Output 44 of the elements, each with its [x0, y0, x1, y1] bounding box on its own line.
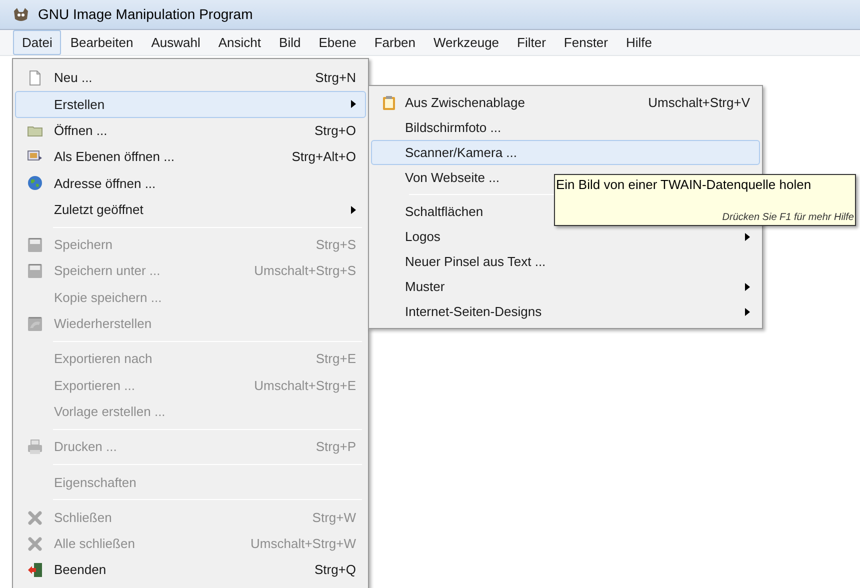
submenu-arrow-icon — [745, 308, 750, 316]
menu-bar-item[interactable]: Bild — [270, 30, 310, 55]
menu-item[interactable]: Logos — [371, 224, 760, 249]
page-icon — [27, 70, 43, 86]
submenu-arrow-icon — [351, 100, 356, 108]
close-icon — [27, 510, 43, 526]
menu-item[interactable]: Scanner/Kamera ... — [371, 140, 760, 165]
window-title: GNU Image Manipulation Program — [38, 5, 253, 24]
menu-item[interactable]: Internet-Seiten-Designs — [371, 299, 760, 324]
floppy-icon — [27, 316, 43, 332]
menu-item[interactable]: Neu ... Strg+N — [15, 65, 366, 92]
menu-item[interactable]: Beenden Strg+Q — [15, 557, 366, 584]
submenu-arrow-icon — [351, 206, 356, 214]
printer-icon — [27, 439, 43, 455]
close-icon — [27, 536, 43, 552]
menu-item[interactable]: Bildschirmfoto ... — [371, 115, 760, 140]
menu-bar-item[interactable]: Auswahl — [142, 30, 210, 55]
globe-icon — [27, 175, 43, 192]
menu-bar-item[interactable]: Werkzeuge — [424, 30, 508, 55]
tooltip-text: Ein Bild von einer TWAIN-Datenquelle holen — [556, 176, 812, 194]
menu-item[interactable]: Muster — [371, 274, 760, 299]
menu-item[interactable]: Adresse öffnen ... — [15, 170, 366, 196]
submenu-arrow-icon — [745, 282, 750, 290]
tooltip-hint: Drücken Sie F1 für mehr Hilfe — [722, 211, 854, 225]
menu-bar-item[interactable]: Datei — [13, 30, 62, 55]
menu-bar-item[interactable]: Ebene — [310, 30, 366, 55]
menu-bar-item[interactable]: Bearbeiten — [61, 30, 142, 55]
menu-bar-item[interactable]: Fenster — [554, 30, 617, 55]
menu-item[interactable]: Neuer Pinsel aus Text ... — [371, 249, 760, 274]
floppy-icon — [27, 236, 43, 253]
menu-item[interactable]: Aus Zwischenablage Umschalt+Strg+V — [371, 90, 760, 115]
submenu-arrow-icon — [745, 232, 750, 240]
menu-item[interactable]: Öffnen ... Strg+O — [15, 118, 366, 144]
exit-door-icon — [27, 562, 43, 578]
menu-item[interactable]: Zuletzt geöffnet — [15, 196, 366, 223]
menu-bar-item[interactable]: Hilfe — [617, 30, 662, 55]
menu-bar-item[interactable]: Filter — [508, 30, 555, 55]
app-icon — [12, 6, 30, 22]
menu-bar-item[interactable]: Ansicht — [209, 30, 270, 55]
menu-item[interactable]: Erstellen — [15, 91, 366, 118]
clipboard-icon — [380, 94, 396, 110]
floppy-icon — [27, 263, 43, 280]
menu-item[interactable]: Als Ebenen öffnen ... Strg+Alt+O — [15, 144, 366, 170]
menu-bar-item[interactable]: Farben — [365, 30, 425, 55]
